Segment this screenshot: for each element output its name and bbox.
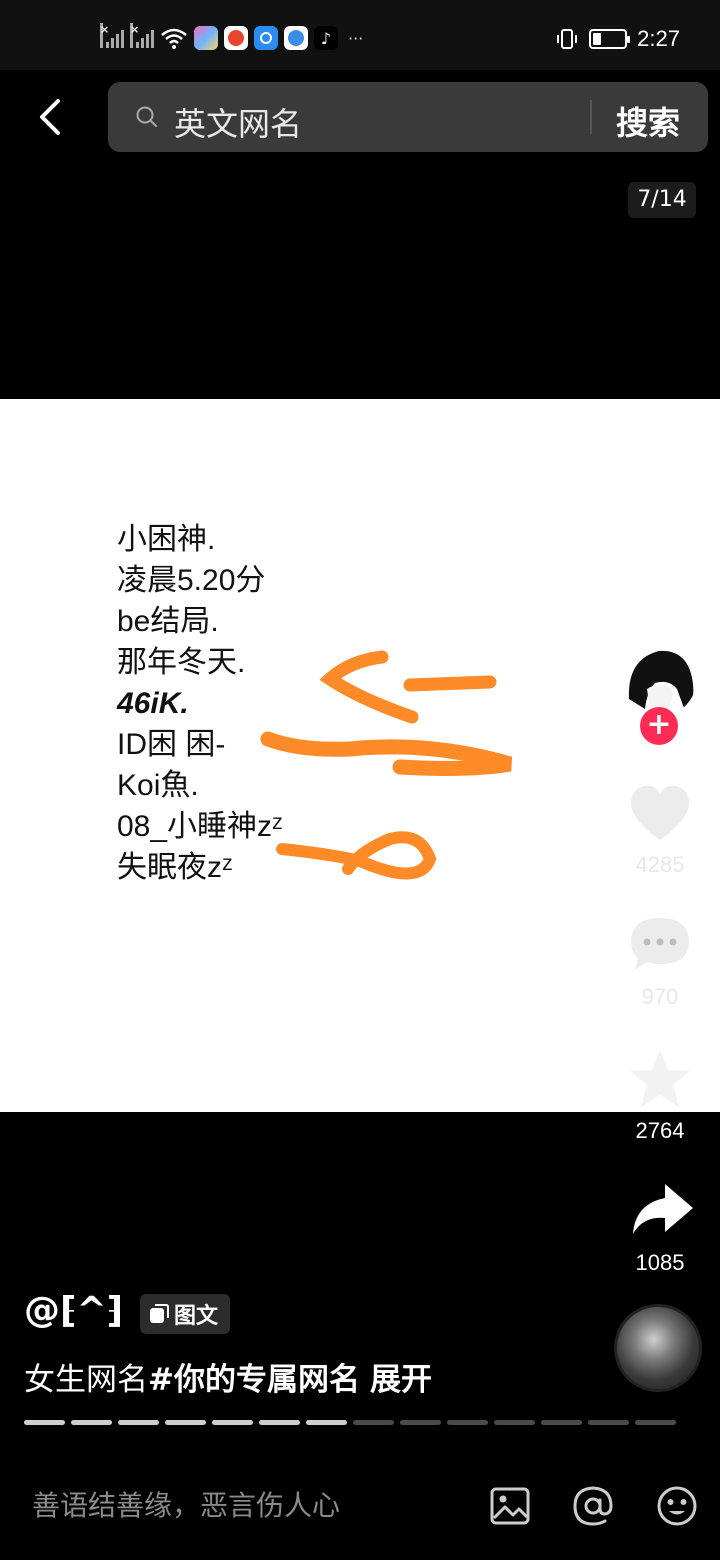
status-bar: × × ♪ ··· 2:27 [0,0,720,70]
wifi-icon [161,28,187,49]
post-type-label: 图文 [174,1304,219,1329]
emoji-icon[interactable] [655,1484,699,1528]
post-type-badge: 图文 [140,1294,231,1334]
progress-segment [353,1420,394,1425]
progress-segment [447,1420,488,1425]
caption-text: 女生网名 [24,1362,148,1398]
post-image[interactable]: 小困神. 凌晨5.20分 be结局. 那年冬天. 46iK. ID困 困- Ko… [0,399,720,1112]
page-counter: 7/14 [628,182,696,218]
search-icon [136,106,157,127]
author-name[interactable]: @⁅^⁆ [24,1290,123,1331]
browser-icon [284,26,308,50]
comment-icon [631,918,689,970]
comment-button[interactable]: 970 [615,912,705,1010]
weibo-icon [224,26,248,50]
orange-scribbles [260,650,513,880]
search-app-icon [254,26,278,50]
signal-icon-2: × [130,23,154,50]
status-icons-left: × × ♪ ··· [100,23,364,50]
progress-segment [212,1420,253,1425]
comment-input[interactable]: 善语结善缘，恶言伤人心 [32,1484,340,1524]
like-count: 4285 [635,852,685,877]
progress-segment [635,1420,676,1425]
share-count: 1085 [635,1250,685,1275]
search-input[interactable]: 英文网名 [174,99,302,145]
progress-segment [494,1420,535,1425]
search-bar[interactable]: 英文网名 搜索 [108,82,708,152]
image-progress [24,1420,676,1425]
progress-segment [118,1420,159,1425]
post-caption: 女生网名#你的专属网名 展开 [24,1354,432,1399]
comment-bar: 善语结善缘，恶言伤人心 [0,1458,720,1560]
search-button[interactable]: 搜索 [616,98,680,144]
follow-button[interactable]: + [640,707,678,745]
progress-segment [24,1420,65,1425]
progress-segment [306,1420,347,1425]
battery-icon [589,29,631,49]
progress-segment [400,1420,441,1425]
at-mention-icon[interactable] [571,1484,615,1528]
comment-count: 970 [641,984,679,1009]
favorite-button[interactable]: 2764 [615,1046,705,1144]
share-button[interactable]: 1085 [615,1178,705,1276]
tiktok-icon: ♪ [314,26,338,50]
status-icons-right: 2:27 [555,26,680,52]
expand-button[interactable]: 展开 [370,1362,432,1398]
favorite-count: 2764 [635,1118,685,1143]
app-notification-icon [194,26,218,50]
caption-hashtag[interactable]: #你的专属网名 [148,1362,360,1398]
clock: 2:27 [637,26,680,51]
progress-segment [165,1420,206,1425]
music-disc[interactable] [614,1304,702,1392]
vibrate-icon [557,29,578,49]
progress-segment [71,1420,112,1425]
like-button[interactable]: 4285 [615,780,705,878]
signal-icon: × [100,23,124,50]
image-icon[interactable] [488,1484,532,1528]
back-icon[interactable] [30,95,74,139]
more-notifications-icon: ··· [348,28,364,48]
heart-icon [630,785,690,840]
search-divider [590,100,592,134]
share-arrow-icon [633,1184,693,1234]
image-text-icon [150,1304,169,1323]
progress-segment [541,1420,582,1425]
star-icon [630,1050,690,1107]
progress-segment [259,1420,300,1425]
progress-segment [588,1420,629,1425]
